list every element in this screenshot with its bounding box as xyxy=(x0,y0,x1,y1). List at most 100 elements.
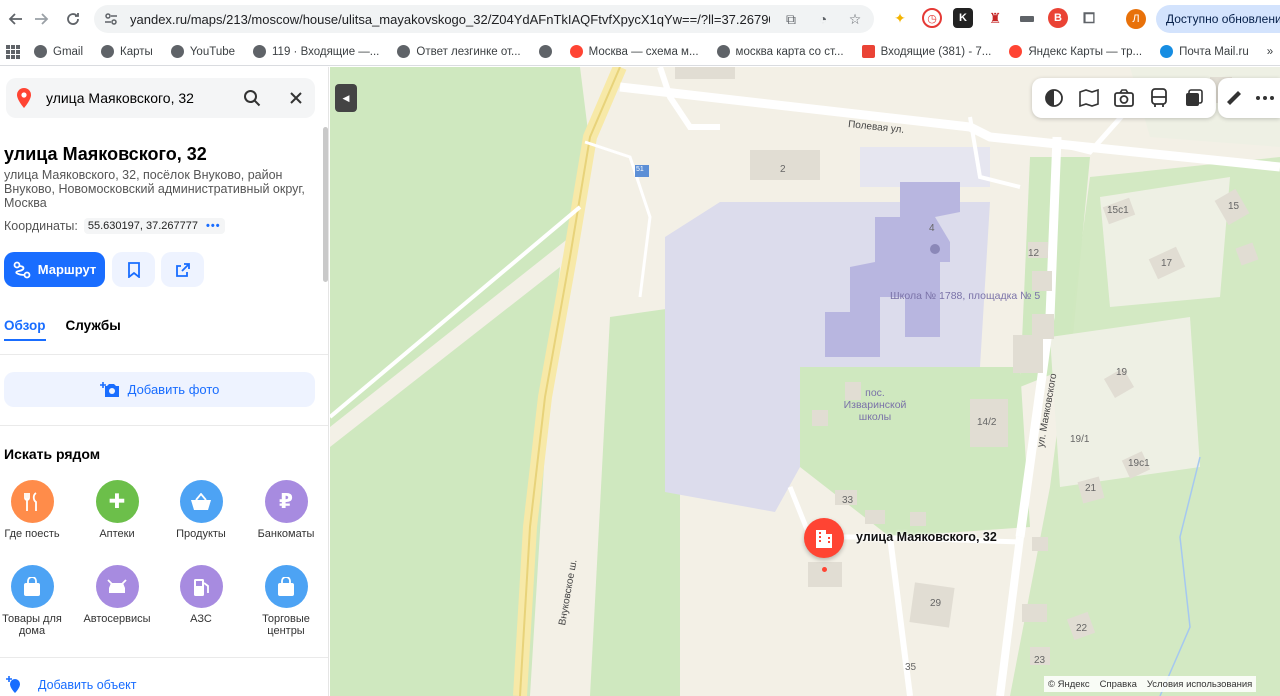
place-tabs: Обзор Службы xyxy=(4,318,121,341)
settlement-label: пос. Изваринской школы xyxy=(843,387,907,423)
bookmark-moscow-scheme[interactable]: Москва — схема м... xyxy=(569,45,699,58)
map-book-icon[interactable] xyxy=(1078,87,1100,109)
search-icon[interactable] xyxy=(241,87,263,109)
extension-clock-icon[interactable]: ◷ xyxy=(922,8,942,28)
close-icon[interactable] xyxy=(285,87,307,109)
route-button-label: Маршрут xyxy=(37,262,97,277)
category-label: Где поесть xyxy=(4,528,60,540)
category-label: Торговые центры xyxy=(262,613,310,637)
map-pin-icon xyxy=(569,45,583,58)
bookmark-inbox-381[interactable]: Входящие (381) - 7... xyxy=(861,45,991,58)
extensions-puzzle-icon[interactable]: ⧠ xyxy=(1079,8,1099,28)
coordinates-value-chip[interactable]: 55.630197, 37.267777 ••• xyxy=(83,218,225,234)
more-menu-icon[interactable] xyxy=(1254,87,1276,109)
layers-icon[interactable] xyxy=(1043,87,1065,109)
map-style-icon[interactable] xyxy=(1183,87,1205,109)
tab-services[interactable]: Службы xyxy=(66,318,121,341)
school-label: Школа № 1788, площадка № 5 xyxy=(890,290,1041,302)
search-field[interactable]: улица Маяковского, 32 xyxy=(6,78,315,118)
selected-place-label[interactable]: улица Маяковского, 32 xyxy=(856,530,997,544)
terms-link[interactable]: Условия использования xyxy=(1147,679,1252,690)
category-home-goods[interactable]: Товары для дома xyxy=(0,565,72,637)
house-number: 17 xyxy=(1161,258,1173,269)
search-query[interactable]: улица Маяковского, 32 xyxy=(46,90,241,106)
address-bar[interactable]: yandex.ru/maps/213/moscow/house/ulitsa_m… xyxy=(94,5,874,33)
bookmark-lezginka[interactable]: Ответ лезгинке от... xyxy=(397,45,521,58)
coordinates-value: 55.630197, 37.267777 xyxy=(87,220,198,232)
add-object-link[interactable]: Добавить объект xyxy=(6,676,137,694)
site-settings-icon[interactable] xyxy=(102,10,120,28)
category-gas-station[interactable]: АЗС xyxy=(161,565,241,625)
bookmark-globe[interactable] xyxy=(538,45,552,58)
ruler-icon[interactable] xyxy=(1223,87,1245,109)
extension-sun-icon[interactable]: ✦ xyxy=(890,8,910,28)
map-canvas[interactable]: Полевая ул. ул. Маяковского Внуковское ш… xyxy=(330,67,1280,696)
forward-button[interactable] xyxy=(29,7,53,31)
route-icon xyxy=(13,261,31,278)
share-button[interactable] xyxy=(161,252,204,287)
back-button[interactable] xyxy=(4,7,28,31)
more-dots-icon[interactable]: ••• xyxy=(206,220,221,232)
install-app-icon[interactable]: ⧉ xyxy=(782,10,800,28)
map-pin-icon xyxy=(1009,45,1023,58)
bookmark-maps[interactable]: Карты xyxy=(101,45,153,58)
category-label: АЗС xyxy=(190,613,212,625)
bookmark-button[interactable] xyxy=(112,252,155,287)
bookmark-moscow-map[interactable]: москва карта со ст... xyxy=(716,45,844,58)
apps-grid-icon[interactable] xyxy=(6,44,20,59)
globe-icon xyxy=(34,45,47,58)
category-pharmacy[interactable]: ✚ Аптеки xyxy=(77,480,157,540)
place-sidebar: улица Маяковского, 32 улица Маяковского,… xyxy=(0,67,329,696)
building xyxy=(865,510,885,524)
camera-plus-icon xyxy=(99,381,119,397)
house-number: 29 xyxy=(930,598,942,609)
coordinates-row: Координаты: 55.630197, 37.267777 ••• xyxy=(4,218,225,234)
building xyxy=(1013,335,1043,373)
bookmark-mail-ru[interactable]: Почта Mail.ru xyxy=(1160,45,1249,58)
pharmacy-cross-icon: ✚ xyxy=(95,480,139,523)
category-label: Банкоматы xyxy=(257,528,315,540)
house-number: 19с1 xyxy=(1128,458,1150,469)
divider xyxy=(0,657,328,658)
nearby-heading: Искать рядом xyxy=(4,446,101,462)
building-icon xyxy=(816,530,832,548)
house-number: 19 xyxy=(1116,367,1128,378)
mail-ru-icon xyxy=(1160,45,1174,58)
globe-icon xyxy=(716,45,730,58)
bookmark-yandex-maps[interactable]: Яндекс Карты — тр... xyxy=(1009,45,1142,58)
extension-k-icon[interactable]: K xyxy=(953,8,973,28)
bookmark-youtube[interactable]: YouTube xyxy=(170,45,235,58)
category-label: Товары для дома xyxy=(2,613,62,637)
selected-place-marker[interactable] xyxy=(804,518,844,558)
profile-avatar[interactable]: Л xyxy=(1126,9,1146,29)
tab-overview[interactable]: Обзор xyxy=(4,318,46,341)
reload-button[interactable] xyxy=(61,7,85,31)
transit-bus-icon[interactable] xyxy=(1148,87,1170,109)
bookmarks-more[interactable]: » xyxy=(1267,46,1273,58)
help-link[interactable]: Справка xyxy=(1100,679,1137,690)
sidebar-scrollbar[interactable] xyxy=(323,127,328,282)
extension-b-icon[interactable]: B xyxy=(1048,8,1068,28)
house-number: 22 xyxy=(1076,623,1088,634)
extension-drive-icon[interactable] xyxy=(1017,8,1037,28)
category-car-service[interactable]: Автосервисы xyxy=(77,565,157,625)
bus-route-number: 51 xyxy=(636,166,644,173)
extension-bear-icon[interactable]: ♜ xyxy=(985,8,1005,28)
category-atm[interactable]: ₽ Банкоматы xyxy=(246,480,326,540)
route-button[interactable]: Маршрут xyxy=(4,252,105,287)
divider xyxy=(0,354,328,355)
category-malls[interactable]: Торговые центры xyxy=(246,565,326,637)
bookmark-star-icon[interactable]: ☆ xyxy=(846,10,864,28)
performance-icon[interactable]: ◔ xyxy=(814,10,832,28)
bookmark-gmail[interactable]: Gmail xyxy=(34,45,83,58)
globe-icon xyxy=(253,45,267,58)
add-photo-button[interactable]: Добавить фото xyxy=(4,372,315,407)
collapse-sidebar-button[interactable]: ◀ xyxy=(335,84,357,112)
bookmark-inbox-119[interactable]: 119 · Входящие —... xyxy=(253,45,379,58)
update-button[interactable]: Доступно обновление xyxy=(1156,5,1280,33)
category-food[interactable]: Где поесть xyxy=(0,480,72,540)
car-service-icon xyxy=(95,565,139,608)
panorama-camera-icon[interactable] xyxy=(1113,87,1135,109)
category-groceries[interactable]: Продукты xyxy=(161,480,241,540)
globe-icon xyxy=(397,45,411,58)
